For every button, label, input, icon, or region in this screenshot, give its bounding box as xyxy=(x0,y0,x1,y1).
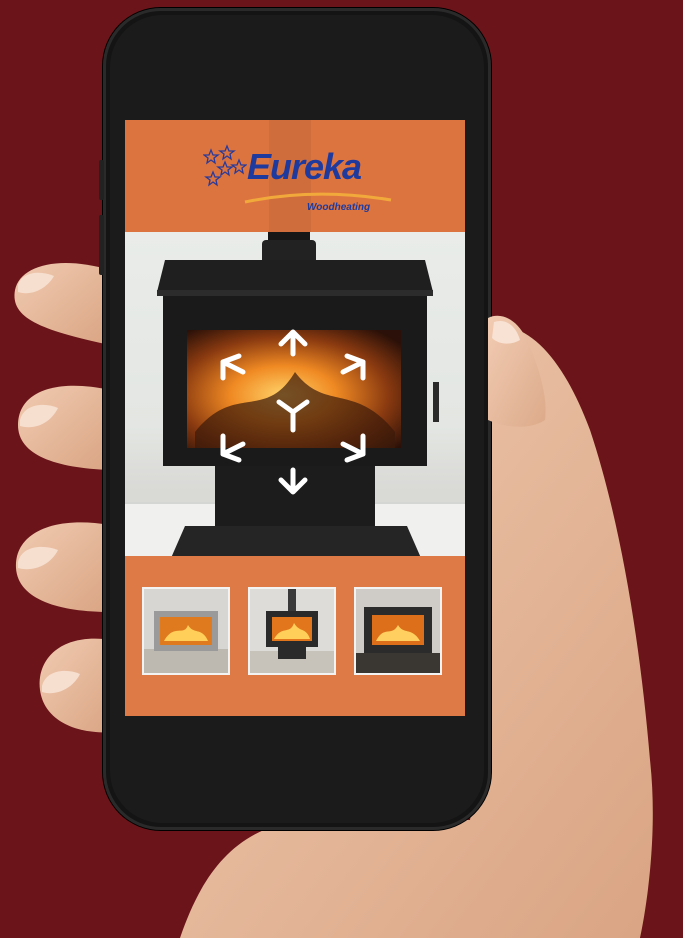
brand-logo: Eureka Woodheating xyxy=(203,144,393,224)
fireplace-thumbnail-icon xyxy=(356,589,440,673)
thumbnail-insert-silver[interactable] xyxy=(142,587,230,675)
fireplace-thumbnail-icon xyxy=(250,589,334,673)
stars-icon xyxy=(203,144,247,187)
move-rotate-arrows-icon[interactable] xyxy=(213,326,373,498)
thumbnail-insert-black[interactable] xyxy=(354,587,442,675)
brand-wordmark: Eureka xyxy=(247,146,362,187)
thumbnail-freestanding[interactable] xyxy=(248,587,336,675)
app-screen: Eureka Woodheating xyxy=(125,120,465,716)
fireplace-thumbnail-icon xyxy=(144,589,228,673)
brand-subtitle: Woodheating xyxy=(307,202,371,213)
volume-button xyxy=(99,215,104,275)
side-button xyxy=(99,160,104,200)
